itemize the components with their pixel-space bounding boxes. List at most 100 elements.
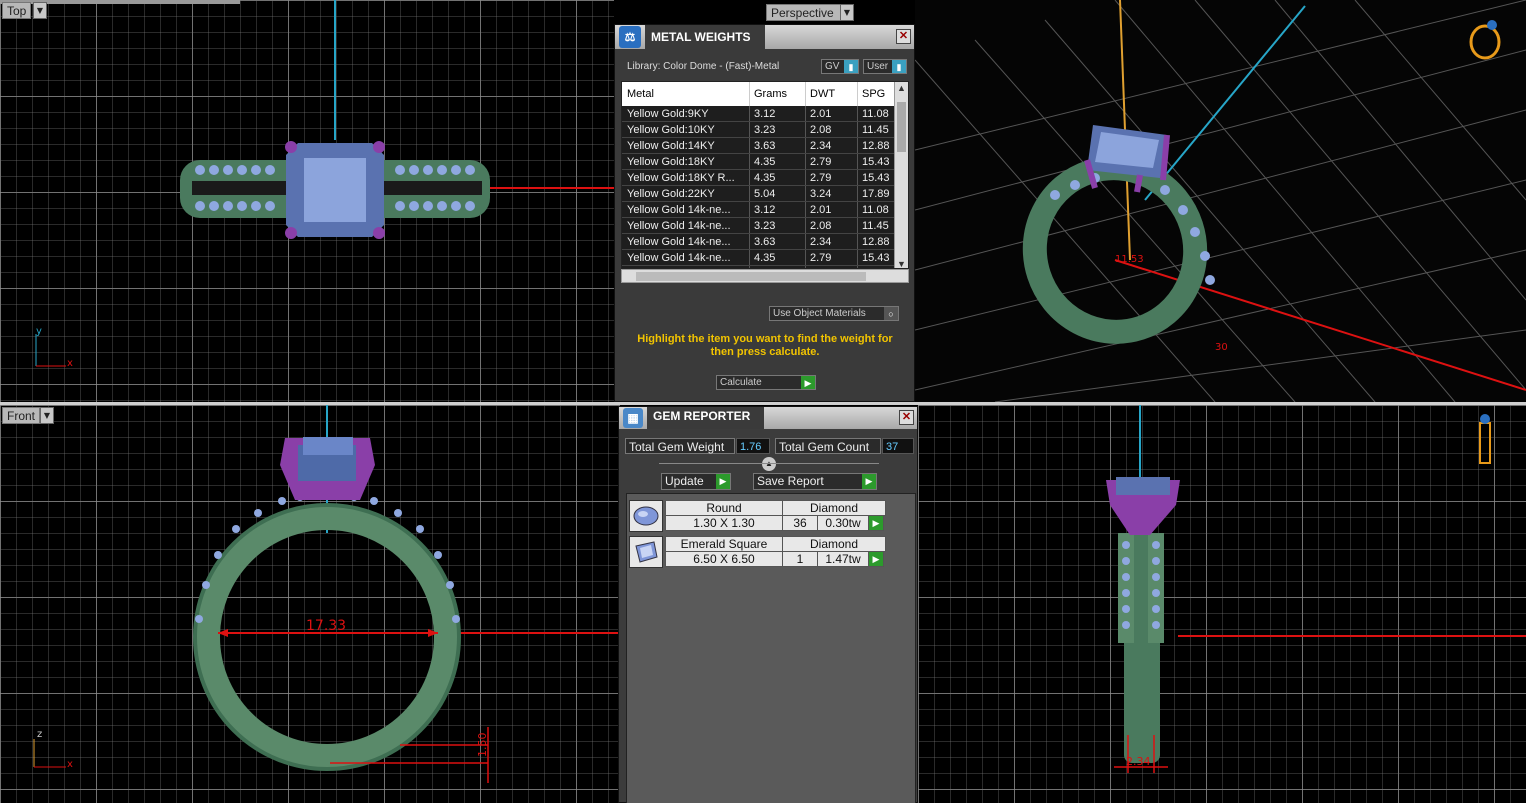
close-icon[interactable]: ✕ [899,410,914,425]
use-object-materials-toggle[interactable]: Use Object Materials ○ [769,306,899,321]
metal-cell: 2.34 [806,138,858,153]
perspective-dim-b: 30 [1215,342,1228,353]
metal-row[interactable]: Yellow Gold:22KY 5.04 3.24 17.89 [622,186,908,202]
gem-shape: Round [665,500,783,516]
metal-cell: 12.88 [862,140,890,152]
perspective-dropdown-icon[interactable]: ▼ [840,4,854,21]
col-grams[interactable]: Grams [750,82,806,106]
ring-nav-icon[interactable] [1469,20,1501,60]
ring-side-nav-icon[interactable] [1479,414,1491,464]
metal-row[interactable]: Yellow Gold 14k-ne... 3.63 2.34 12.88 [622,234,908,250]
metal-weights-title: METAL WEIGHTS [645,25,765,49]
front-ring-size: 17.33 [306,618,346,634]
front-dropdown-icon[interactable]: ▼ [40,407,54,424]
metal-cell: Yellow Gold:9KY [622,106,750,121]
gem-material: Diamond [782,500,886,516]
metal-table-header: Metal Grams DWT SPG [622,82,908,106]
gem-row-round[interactable]: Round Diamond 1.30 X 1.30 36 0.30tw ▶ [629,500,915,534]
metal-cell: 12.88 [862,236,890,248]
metal-table-vscroll[interactable]: ▲ ▼ [894,82,908,268]
gem-count: 36 [782,515,818,531]
metal-cell: 3.23 [750,122,806,137]
metal-cell: 2.01 [806,202,858,217]
col-spg[interactable]: SPG [858,82,896,106]
app-window: Top ▼ y x 11.5330 Perspective Perspectiv… [0,0,1526,803]
gem-reporter-panel: ▦ GEM REPORTER ✕ Total Gem Weight 1.76 T… [618,406,918,803]
divider [659,463,879,464]
update-button[interactable]: Update ▶ [661,473,731,490]
metal-row[interactable]: Yellow Gold:9KY 3.12 2.01 11.08 [622,106,908,122]
metal-cell: 5.04 [750,186,806,201]
metal-cell: 3.63 [750,138,806,153]
collapse-icon[interactable]: ▲ [762,457,776,471]
metal-cell: 3.12 [750,106,806,121]
metal-cell: Yellow Gold 14k-ne... [622,250,750,265]
total-gem-weight-value: 1.76 [736,438,770,454]
scale-icon: ⚖ [619,26,641,48]
viewport-top[interactable]: Top ▼ y x [0,0,614,402]
gem-size: 6.50 X 6.50 [665,551,783,567]
metal-cell: 4.35 [750,250,806,265]
viewport-front[interactable]: 17.33 1.50 Front ▼ z x [0,405,620,803]
metal-row[interactable]: Yellow Gold 14k-ne... 3.23 2.08 11.45 [622,218,908,234]
metal-row[interactable]: Yellow Gold 14k-ne... 3.12 2.01 11.08 [622,202,908,218]
viewport-label-perspective-tab[interactable]: Perspective [766,4,842,21]
gem-detail-button[interactable]: ▶ [868,515,884,531]
metal-cell: 15.43 [862,252,890,264]
metal-cell: 3.24 [806,186,858,201]
viewport-dropdown-icon[interactable]: ▼ [33,2,47,19]
metal-cell: 17.89 [862,188,890,200]
metal-table[interactable]: Metal Grams DWT SPG Yellow Gold:9KY 3.12 2… [621,81,909,269]
gem-detail-button[interactable]: ▶ [868,551,884,567]
metal-cell: Yellow Gold 14k-ne... [622,202,750,217]
total-gem-count-value: 37 [882,438,914,454]
metal-row[interactable]: Yellow Gold:10KY 3.23 2.08 11.45 [622,122,908,138]
gem-reporter-titlebar[interactable]: ▦ GEM REPORTER ✕ [619,407,917,429]
metal-cell: 3.12 [750,202,806,217]
side-dim: 2.34 [1126,755,1151,768]
gem-count: 1 [782,551,818,567]
metal-cell: 2.79 [806,250,858,265]
viewport-side[interactable]: 2.34 [918,405,1526,803]
gem-list[interactable]: Round Diamond 1.30 X 1.30 36 0.30tw ▶ Em… [626,493,916,803]
gem-row-emerald[interactable]: Emerald Square Diamond 6.50 X 6.50 1 1.4… [629,536,915,570]
metal-cell: 3.63 [750,234,806,249]
calculate-button[interactable]: Calculate ▶ [716,375,816,390]
user-toggle[interactable]: User ▮ [863,59,907,74]
metal-row[interactable]: Yellow Gold:14KY 3.63 2.34 12.88 [622,138,908,154]
metal-weights-panel: ⚖ METAL WEIGHTS ✕ Library: Color Dome - … [614,24,915,402]
col-dwt[interactable]: DWT [806,82,858,106]
save-report-button[interactable]: Save Report ▶ [753,473,877,490]
perspective-dim-a: 11.53 [1115,254,1144,265]
viewport-perspective[interactable]: 11.5330 Perspective [915,0,1526,402]
viewport-label-top[interactable]: Top [2,2,32,19]
metal-cell: Yellow Gold:18KY [622,154,750,169]
viewport-divider-h [0,402,1526,405]
metal-cell: 2.79 [806,170,858,185]
library-label: Library: Color Dome - (Fast)-Metal [627,61,780,72]
metal-cell: Yellow Gold 14k-ne... [622,234,750,249]
gem-weight: 0.30tw [817,515,869,531]
perspective-view-model: 11.53 30 [915,0,1526,402]
viewport-label-front[interactable]: Front [2,407,41,424]
metal-cell: Yellow Gold:18KY R... [622,170,750,185]
col-metal[interactable]: Metal [622,82,750,106]
side-view-model: 2.34 [1106,405,1526,773]
metal-cell: 4.35 [750,154,806,169]
metal-cell: 15.43 [862,156,890,168]
metal-row[interactable]: Yellow Gold 14k-ne...4.352.79 15.43 [622,250,908,266]
instruction-text: Highlight the item you want to find the … [637,333,893,358]
metal-row[interactable]: Yellow Gold:18KY R... 4.35 2.79 15.43 [622,170,908,186]
gv-toggle[interactable]: GV ▮ [821,59,859,74]
metal-cell: 4.35 [750,170,806,185]
metal-cell: 2.79 [806,154,858,169]
total-gem-weight-label: Total Gem Weight [625,438,735,454]
metal-row[interactable]: Yellow Gold:18KY 4.35 2.79 15.43 [622,154,908,170]
front-axis-x: x [67,759,73,770]
close-icon[interactable]: ✕ [896,29,911,44]
metal-cell: 2.01 [806,106,858,121]
metal-cell: Yellow Gold:14KY [622,138,750,153]
metal-weights-titlebar[interactable]: ⚖ METAL WEIGHTS ✕ [615,25,914,49]
metal-cell: 11.08 [862,204,889,216]
metal-table-hscroll[interactable] [621,269,909,283]
